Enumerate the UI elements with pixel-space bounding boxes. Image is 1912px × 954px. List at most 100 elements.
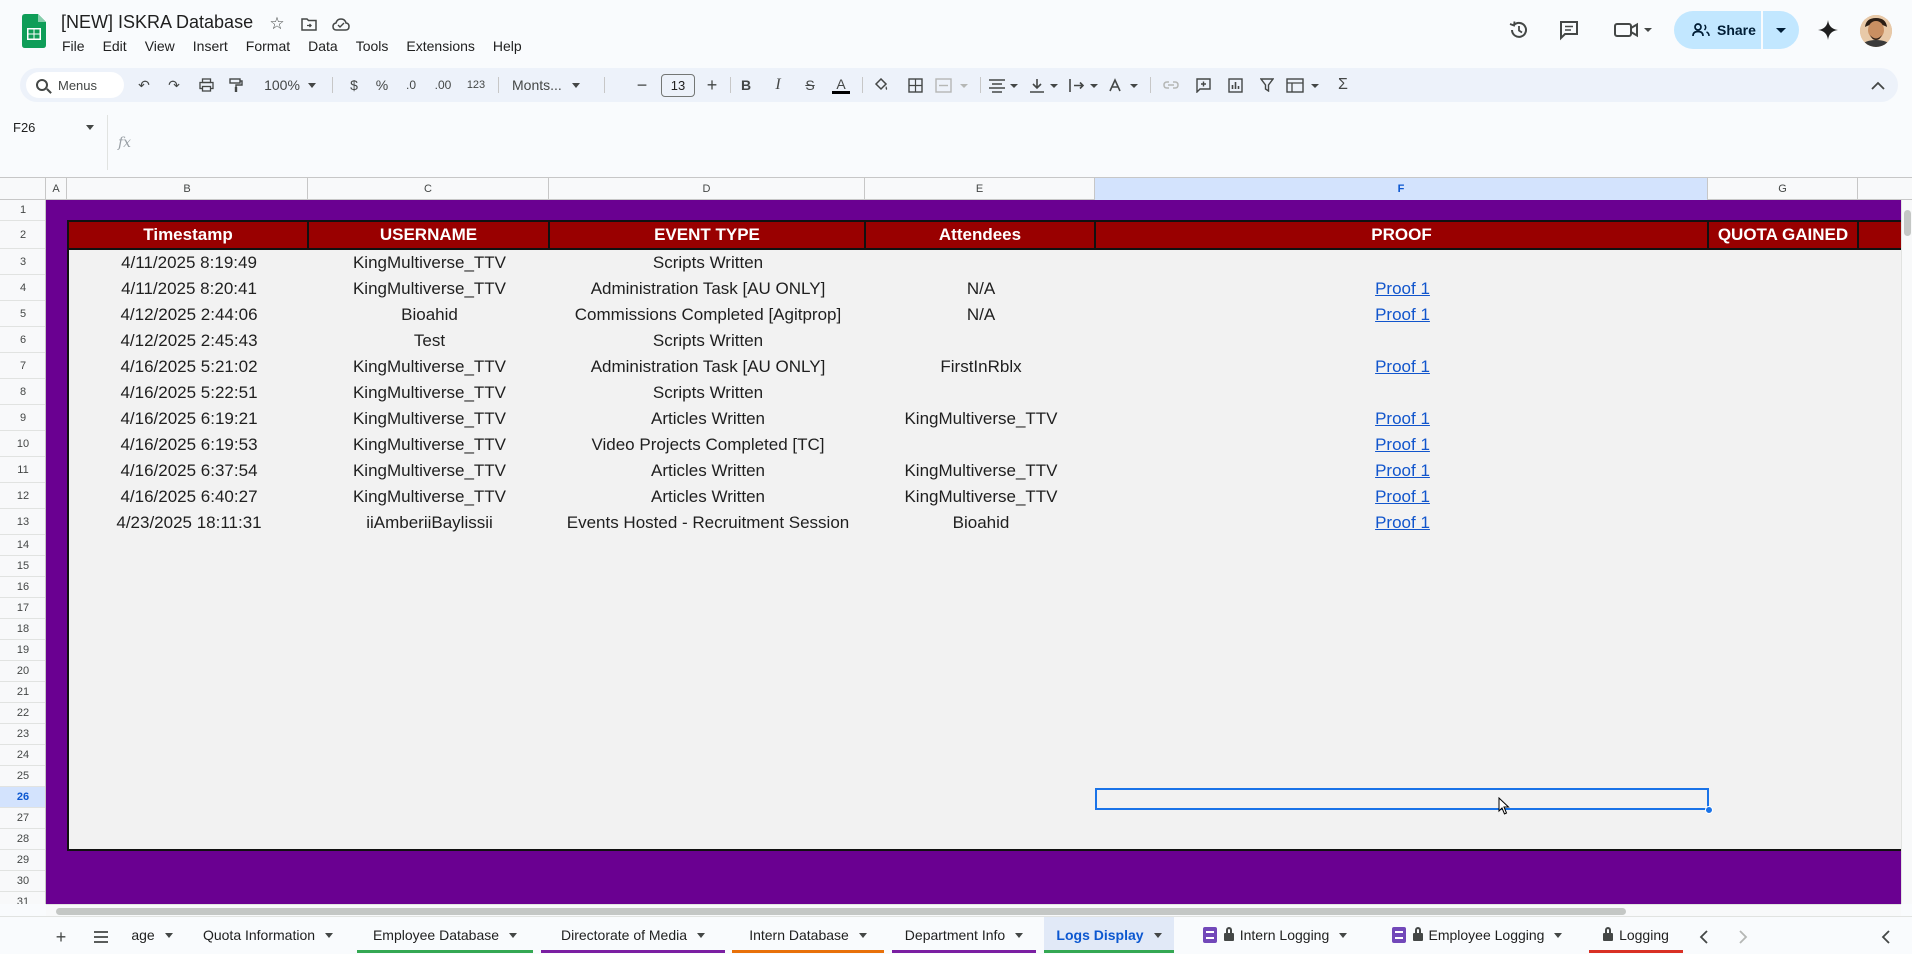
sheets-logo-icon[interactable]: [22, 14, 46, 48]
row-header-23[interactable]: 23: [0, 724, 45, 745]
menu-file[interactable]: File: [53, 36, 94, 56]
proof-link[interactable]: Proof 1: [1375, 279, 1430, 299]
proof-link[interactable]: Proof 1: [1375, 513, 1430, 533]
row-header-2[interactable]: 2: [0, 221, 45, 249]
cell-event-type[interactable]: Scripts Written: [550, 380, 866, 406]
sheet-tab-directorate-of-media[interactable]: Directorate of Media: [541, 917, 725, 953]
cell-username[interactable]: KingMultiverse_TTV: [309, 484, 550, 510]
strikethrough-button[interactable]: S: [798, 72, 822, 98]
fill-handle[interactable]: [1705, 806, 1713, 814]
all-sheets-icon[interactable]: [88, 924, 114, 950]
bold-button[interactable]: B: [734, 72, 758, 98]
menu-help[interactable]: Help: [484, 36, 531, 56]
row-header-26[interactable]: 26: [0, 787, 45, 808]
cell-quota-gained[interactable]: [1709, 484, 1859, 510]
fill-color-icon[interactable]: [868, 72, 894, 98]
vertical-scroll-thumb[interactable]: [1904, 210, 1911, 236]
row-header-31[interactable]: 31: [0, 892, 45, 904]
menu-insert[interactable]: Insert: [184, 36, 237, 56]
redo-icon[interactable]: ↷: [162, 72, 186, 98]
row-header-30[interactable]: 30: [0, 871, 45, 892]
cell-attendees[interactable]: KingMultiverse_TTV: [866, 406, 1096, 432]
cell-event-type[interactable]: Scripts Written: [550, 250, 866, 276]
chevron-down-icon[interactable]: [509, 932, 518, 938]
vertical-scrollbar[interactable]: [1901, 200, 1912, 904]
cell-proof[interactable]: Proof 1: [1096, 458, 1709, 484]
cell-quota-gained[interactable]: [1709, 276, 1859, 302]
formula-input[interactable]: [145, 132, 1885, 154]
row-header-1[interactable]: 1: [0, 200, 45, 221]
row-header-10[interactable]: 10: [0, 431, 45, 457]
column-header-g[interactable]: G: [1708, 178, 1858, 200]
cell-proof[interactable]: Proof 1: [1096, 354, 1709, 380]
vertical-align-icon[interactable]: [1026, 72, 1062, 98]
row-header-18[interactable]: 18: [0, 619, 45, 640]
column-header-a[interactable]: A: [46, 178, 67, 200]
cell-timestamp[interactable]: 4/11/2025 8:20:41: [69, 276, 309, 302]
comments-icon[interactable]: [1555, 16, 1583, 44]
version-history-icon[interactable]: [1505, 16, 1533, 44]
menu-data[interactable]: Data: [299, 36, 347, 56]
cell-attendees[interactable]: [866, 250, 1096, 276]
cell-attendees[interactable]: [866, 328, 1096, 354]
insert-link-icon[interactable]: [1158, 72, 1184, 98]
explore-collapse-icon[interactable]: [1872, 924, 1898, 950]
meet-video-icon[interactable]: [1610, 16, 1656, 44]
column-header-d[interactable]: D: [549, 178, 865, 200]
share-button[interactable]: Share: [1674, 11, 1761, 49]
cell-event-type[interactable]: Video Projects Completed [TC]: [550, 432, 866, 458]
cell-attendees[interactable]: KingMultiverse_TTV: [866, 484, 1096, 510]
cell-attendees[interactable]: [866, 432, 1096, 458]
horizontal-scroll-thumb[interactable]: [56, 908, 1626, 915]
chevron-down-icon[interactable]: [858, 932, 867, 938]
cell-event-type[interactable]: Scripts Written: [550, 328, 866, 354]
cell-timestamp[interactable]: 4/16/2025 6:19:53: [69, 432, 309, 458]
row-header-6[interactable]: 6: [0, 327, 45, 353]
cell-username[interactable]: Bioahid: [309, 302, 550, 328]
sheet-tab-logs-display[interactable]: Logs Display: [1044, 917, 1174, 953]
scroll-tabs-right-icon[interactable]: [1730, 924, 1756, 950]
filter-views-icon[interactable]: [1284, 72, 1324, 98]
cell-timestamp[interactable]: 4/16/2025 5:22:51: [69, 380, 309, 406]
search-menus-button[interactable]: Menus: [26, 72, 124, 98]
font-family-select[interactable]: Monts...: [506, 72, 596, 98]
cell-quota-gained[interactable]: [1709, 510, 1859, 536]
decrease-decimal-button[interactable]: .0: [398, 72, 424, 98]
chevron-down-icon[interactable]: [1554, 932, 1563, 938]
proof-link[interactable]: Proof 1: [1375, 409, 1430, 429]
menu-edit[interactable]: Edit: [94, 36, 136, 56]
cell-event-type[interactable]: Articles Written: [550, 406, 866, 432]
row-header-4[interactable]: 4: [0, 275, 45, 301]
chevron-down-icon[interactable]: [1339, 932, 1348, 938]
cell-event-type[interactable]: Events Hosted - Recruitment Session: [550, 510, 866, 536]
cell-proof[interactable]: Proof 1: [1096, 432, 1709, 458]
cell-username[interactable]: KingMultiverse_TTV: [309, 250, 550, 276]
cloud-status-icon[interactable]: [330, 13, 352, 35]
name-box-dropdown-icon[interactable]: [86, 125, 94, 130]
cell-event-type[interactable]: Articles Written: [550, 484, 866, 510]
proof-link[interactable]: Proof 1: [1375, 305, 1430, 325]
print-icon[interactable]: [194, 72, 218, 98]
cell-proof[interactable]: Proof 1: [1096, 276, 1709, 302]
proof-link[interactable]: Proof 1: [1375, 357, 1430, 377]
row-header-27[interactable]: 27: [0, 808, 45, 829]
cell-proof[interactable]: [1096, 328, 1709, 354]
cell-proof[interactable]: [1096, 250, 1709, 276]
document-title[interactable]: [NEW] ISKRA Database: [61, 12, 253, 33]
column-header-f[interactable]: F: [1095, 178, 1708, 200]
cell-timestamp[interactable]: 4/11/2025 8:19:49: [69, 250, 309, 276]
cell-event-type[interactable]: Administration Task [AU ONLY]: [550, 354, 866, 380]
cell-quota-gained[interactable]: [1709, 250, 1859, 276]
cell-username[interactable]: KingMultiverse_TTV: [309, 354, 550, 380]
header-attendees[interactable]: Attendees: [866, 222, 1096, 248]
filter-icon[interactable]: [1254, 72, 1280, 98]
header-event-type[interactable]: EVENT TYPE: [550, 222, 866, 248]
cell-timestamp[interactable]: 4/12/2025 2:44:06: [69, 302, 309, 328]
cell-proof[interactable]: Proof 1: [1096, 406, 1709, 432]
sheet-tab-logging[interactable]: Logging: [1589, 917, 1683, 953]
scroll-tabs-left-icon[interactable]: [1690, 924, 1716, 950]
row-header-11[interactable]: 11: [0, 457, 45, 483]
number-format-button[interactable]: 123: [462, 72, 490, 98]
header-proof[interactable]: PROOF: [1096, 222, 1709, 248]
chevron-down-icon[interactable]: [1015, 932, 1024, 938]
